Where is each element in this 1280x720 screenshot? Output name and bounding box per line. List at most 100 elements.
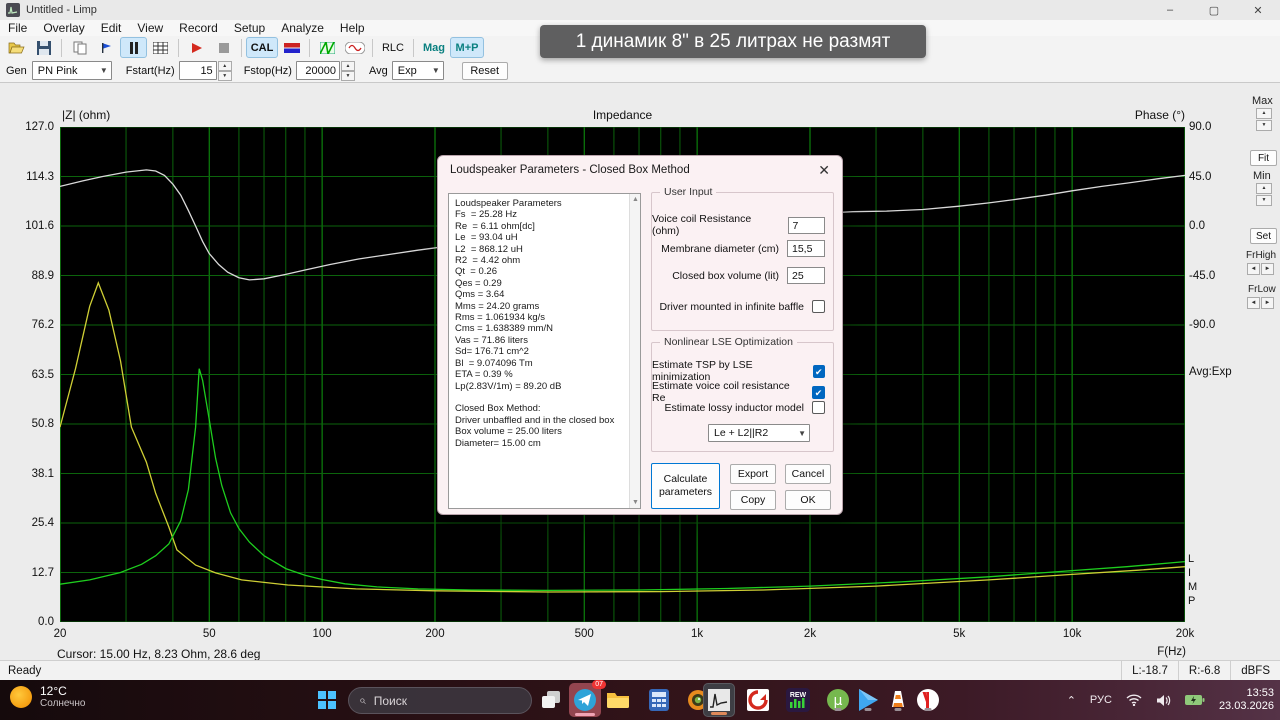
- x-tick: 20: [53, 628, 67, 640]
- table-icon[interactable]: [147, 37, 174, 58]
- maximize-button[interactable]: ▢: [1192, 0, 1236, 20]
- taskbar-app-vlc[interactable]: [886, 688, 910, 712]
- infinite-baffle-checkbox[interactable]: [812, 300, 825, 313]
- ok-button[interactable]: OK: [785, 490, 831, 510]
- search-input[interactable]: ⌕ Поиск: [348, 687, 532, 714]
- overlay-flag-icon[interactable]: [93, 37, 120, 58]
- y-left-tick: 50.8: [31, 418, 54, 430]
- menu-file[interactable]: File: [0, 20, 35, 36]
- scroll-down-icon[interactable]: ▼: [630, 499, 641, 506]
- right-level: R:-6.8: [1177, 661, 1230, 680]
- copy-icon[interactable]: [66, 37, 93, 58]
- taskbar-app-media-player[interactable]: [856, 688, 880, 712]
- fstop-spinner[interactable]: ▲ ▼: [340, 61, 355, 81]
- sun-icon: [10, 686, 32, 708]
- wifi-icon[interactable]: [1126, 694, 1142, 706]
- report-scrollbar[interactable]: ▲ ▼: [629, 194, 640, 508]
- app-icon: [6, 3, 20, 17]
- magnitude-phase-button[interactable]: M+P: [450, 37, 484, 58]
- taskbar-app-rew[interactable]: REW: [786, 688, 810, 712]
- fstart-spinner[interactable]: ▲ ▼: [217, 61, 232, 81]
- menu-edit[interactable]: Edit: [93, 20, 130, 36]
- gen-label: Gen: [6, 64, 27, 77]
- weather-widget[interactable]: 12°C Солнечно: [10, 684, 85, 710]
- generator-type-select[interactable]: PN Pink ▼: [31, 61, 112, 80]
- reset-button[interactable]: Reset: [461, 61, 508, 80]
- tray-expand-chevron[interactable]: ⌃: [1067, 694, 1076, 707]
- spin-down-icon: ▼: [340, 71, 355, 81]
- fstop-input[interactable]: 20000: [295, 61, 340, 80]
- membrane-diameter-label: Membrane diameter (cm): [661, 242, 779, 255]
- language-indicator[interactable]: РУС: [1090, 694, 1112, 706]
- frlow-arrows[interactable]: ◄ ►: [1247, 297, 1275, 309]
- volume-icon[interactable]: [1156, 694, 1171, 707]
- spectrum-icon[interactable]: [314, 37, 341, 58]
- taskbar-app-yandex[interactable]: [916, 688, 940, 712]
- menu-overlay[interactable]: Overlay: [35, 20, 92, 36]
- menu-setup[interactable]: Setup: [226, 20, 273, 36]
- calibrate-button[interactable]: CAL: [246, 37, 278, 58]
- taskbar-app-explorer[interactable]: [606, 688, 630, 712]
- minimize-button[interactable]: –: [1148, 0, 1192, 20]
- y-left-tick: 12.7: [31, 566, 54, 579]
- save-icon[interactable]: [30, 37, 57, 58]
- estimate-lossy-inductor-checkbox[interactable]: [812, 401, 825, 414]
- closed-box-volume-input[interactable]: 25: [787, 267, 825, 284]
- min-spinner[interactable]: ▲ ▼: [1256, 183, 1272, 207]
- generator-controls: Gen PN Pink ▼ Fstart(Hz) 15 ▲ ▼ Fstop(Hz) …: [0, 59, 1280, 83]
- inductor-model-select[interactable]: Le + L2||R2 ▼: [708, 424, 810, 442]
- battery-charging-icon[interactable]: [1184, 694, 1205, 706]
- calculate-parameters-button[interactable]: Calculate parameters: [651, 463, 720, 509]
- clock[interactable]: 13:53 23.03.2026: [1219, 687, 1274, 713]
- spin-up-icon: ▲: [1256, 183, 1272, 194]
- menu-help[interactable]: Help: [332, 20, 373, 36]
- scroll-up-icon[interactable]: ▲: [630, 196, 641, 203]
- taskbar-app-limp[interactable]: [703, 683, 735, 717]
- avg-select[interactable]: Exp ▼: [391, 61, 444, 80]
- level-bars-icon[interactable]: [278, 37, 305, 58]
- frhigh-arrows[interactable]: ◄ ►: [1247, 263, 1275, 275]
- weather-condition: Солнечно: [40, 698, 86, 709]
- estimate-tsp-checkbox[interactable]: ✔: [812, 364, 825, 378]
- copy-button[interactable]: Copy: [730, 490, 776, 510]
- pause-button[interactable]: [120, 37, 147, 58]
- y-left-tick: 38.1: [31, 467, 54, 480]
- open-file-button[interactable]: [3, 37, 30, 58]
- cancel-button[interactable]: Cancel: [785, 464, 831, 484]
- membrane-diameter-input[interactable]: 15,5: [787, 240, 825, 257]
- task-view-button[interactable]: [540, 688, 564, 712]
- menu-analyze[interactable]: Analyze: [273, 20, 332, 36]
- rlc-button[interactable]: RLC: [377, 37, 409, 58]
- x-tick: 100: [312, 628, 332, 640]
- taskbar-app-telegram[interactable]: 07: [569, 680, 606, 717]
- dialog-close-button[interactable]: ✕: [818, 162, 830, 179]
- record-play-button[interactable]: [183, 37, 210, 58]
- weather-temp: 12°C: [40, 684, 67, 698]
- set-button[interactable]: Set: [1250, 228, 1277, 244]
- estimate-re-checkbox[interactable]: ✔: [812, 385, 825, 399]
- toolbar-separator: [372, 38, 373, 57]
- voice-coil-resistance-input[interactable]: 7: [787, 216, 825, 234]
- parameters-report[interactable]: Loudspeaker Parameters Fs = 25.28 Hz Re …: [448, 193, 641, 509]
- fit-button[interactable]: Fit: [1250, 150, 1277, 166]
- taskbar-app-converter[interactable]: [746, 688, 770, 712]
- magnitude-button[interactable]: Mag: [418, 37, 450, 58]
- voice-coil-resistance-label: Voice coil Resistance (ohm): [652, 213, 752, 237]
- user-input-legend: User Input: [660, 186, 717, 198]
- close-button[interactable]: ✕: [1236, 0, 1280, 20]
- generator-sine-icon[interactable]: [341, 37, 368, 58]
- max-spinner[interactable]: ▲ ▼: [1256, 108, 1272, 132]
- taskbar-app-utorrent[interactable]: µ: [826, 688, 850, 712]
- y-left-tick: 88.9: [31, 269, 54, 282]
- stop-button[interactable]: [210, 37, 237, 58]
- window-controls: – ▢ ✕: [1148, 0, 1280, 20]
- chevron-down-icon: ▼: [99, 66, 108, 75]
- fstart-input[interactable]: 15: [178, 61, 217, 80]
- menu-view[interactable]: View: [129, 20, 171, 36]
- menu-record[interactable]: Record: [171, 20, 226, 36]
- start-button[interactable]: [318, 691, 336, 709]
- export-button[interactable]: Export: [730, 464, 776, 484]
- svg-text:µ: µ: [834, 693, 843, 709]
- taskbar-app-calculator[interactable]: [647, 688, 671, 712]
- arrow-right-icon: ►: [1261, 263, 1274, 275]
